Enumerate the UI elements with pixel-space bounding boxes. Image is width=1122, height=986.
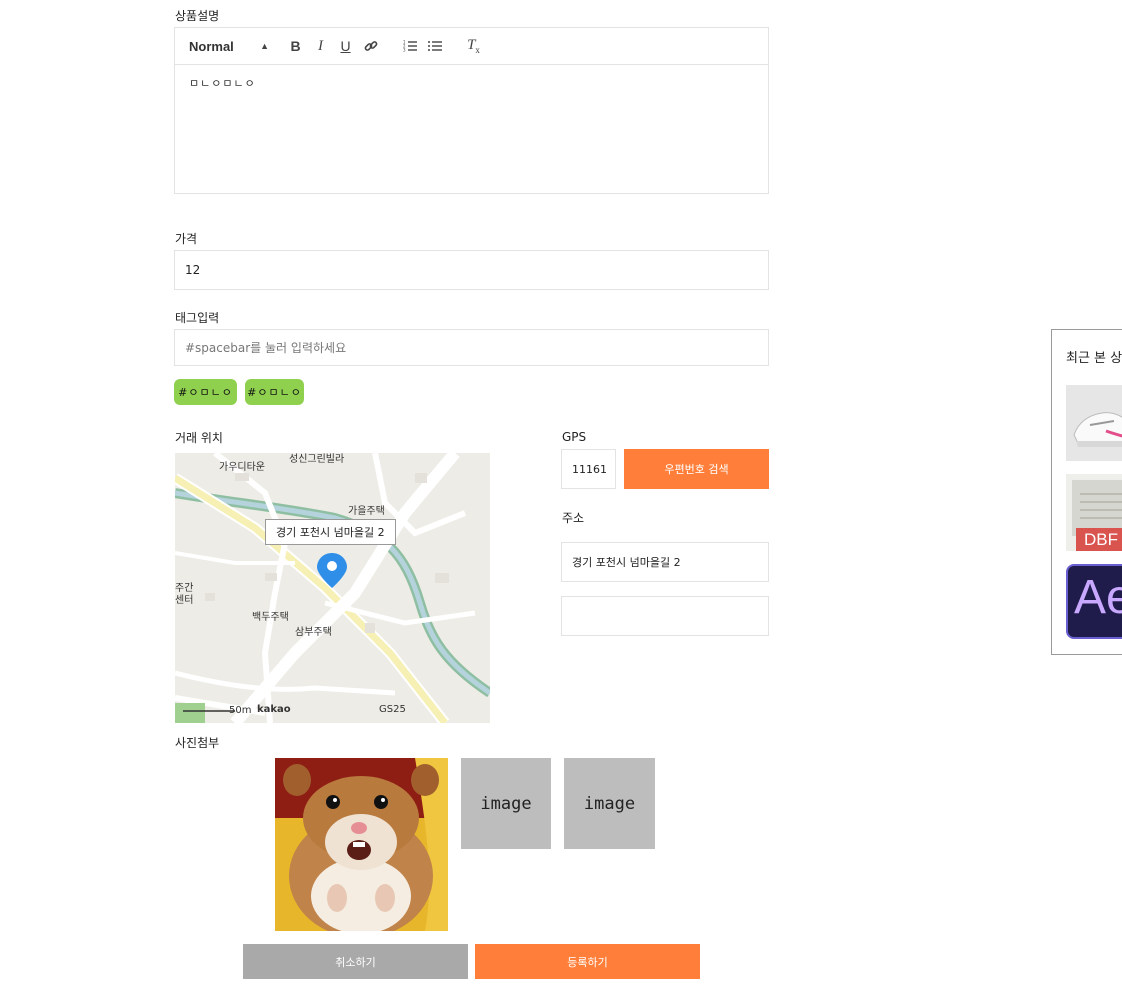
address-input[interactable]: 경기 포천시 넘마을길 2 (561, 542, 769, 582)
bullet-list-icon (427, 41, 442, 51)
photos-label: 사진첨부 (175, 736, 220, 750)
link-button[interactable] (358, 35, 383, 57)
updown-caret-icon: ▲ (260, 41, 269, 51)
dbf-label: DBF (1084, 530, 1118, 549)
gps-label: GPS (562, 430, 587, 444)
description-label: 상품설명 (175, 9, 220, 23)
address-label: 주소 (562, 511, 585, 525)
format-select[interactable]: Normal ▲ (189, 39, 269, 54)
recent-item-sneaker[interactable] (1066, 385, 1122, 461)
underline-button[interactable]: U (333, 35, 358, 57)
address-detail-input[interactable] (561, 596, 769, 636)
photo-placeholder[interactable]: image (461, 758, 551, 849)
editor-content[interactable]: ㅁㄴㅇㅁㄴㅇ (175, 65, 768, 101)
link-icon (364, 41, 377, 51)
bold-icon: B (290, 38, 301, 54)
map-place-label: 가을주택 (348, 506, 385, 517)
italic-button[interactable]: I (308, 35, 333, 57)
ordered-list-icon: 123 (403, 40, 417, 52)
recent-items-panel: 최근 본 상 DBF Ae (1051, 329, 1122, 655)
map-place-label: 가우디타운 (219, 462, 265, 473)
zipcode-search-button[interactable]: 우편번호 검색 (624, 449, 769, 489)
clear-format-icon: Tx (467, 37, 480, 55)
map-brand: kakao (257, 704, 291, 715)
map-place-label: 백두주택 (252, 612, 289, 623)
underline-icon: U (340, 38, 351, 54)
bullet-list-button[interactable] (422, 35, 447, 57)
tags-label: 태그입력 (175, 311, 220, 325)
recent-item-ae[interactable]: Ae (1066, 564, 1122, 639)
editor-toolbar: Normal ▲ B I U 123 Tx (175, 28, 768, 65)
map-place-label: 성신그린빌라 (289, 454, 345, 465)
tag-input[interactable]: #spacebar를 눌러 입력하세요 (174, 329, 769, 366)
price-input[interactable]: 12 (174, 250, 769, 290)
clear-format-button[interactable]: Tx (461, 35, 486, 57)
tag-chip[interactable]: #ㅇㅁㄴㅇ (174, 379, 237, 405)
map-view[interactable]: 경기 포천시 넘마을길 2 가우디타운 성신그린빌라 가을주택 백두주택 삼부주… (175, 453, 490, 723)
hamster-image (275, 758, 448, 931)
italic-icon: I (318, 37, 323, 54)
map-roads (175, 453, 490, 723)
map-place-label: 센터 (175, 595, 194, 606)
zipcode-input[interactable]: 11161 (561, 449, 616, 489)
svg-text:3: 3 (403, 48, 406, 53)
tag-chip[interactable]: #ㅇㅁㄴㅇ (245, 379, 304, 405)
recent-items-title: 최근 본 상 (1066, 351, 1122, 366)
map-scale: 50m (229, 705, 252, 716)
photo-placeholder[interactable]: image (564, 758, 655, 849)
sneaker-image (1073, 412, 1122, 447)
ordered-list-button[interactable]: 123 (397, 35, 422, 57)
bold-button[interactable]: B (283, 35, 308, 57)
price-label: 가격 (175, 232, 198, 246)
map-place-label: GS25 (379, 704, 406, 715)
hamster-photo[interactable] (275, 758, 448, 931)
map-tooltip: 경기 포천시 넘마을길 2 (265, 519, 396, 545)
format-select-value: Normal (189, 38, 234, 54)
cancel-button[interactable]: 취소하기 (243, 944, 468, 979)
map-place-label: 삼부주택 (295, 627, 332, 638)
rich-text-editor: Normal ▲ B I U 123 Tx ㅁㄴㅇㅁㄴㅇ (174, 27, 769, 194)
ae-label: Ae (1074, 571, 1122, 624)
location-label: 거래 위치 (175, 431, 223, 445)
submit-button[interactable]: 등록하기 (475, 944, 700, 979)
recent-item-dbf[interactable]: DBF (1066, 474, 1122, 551)
